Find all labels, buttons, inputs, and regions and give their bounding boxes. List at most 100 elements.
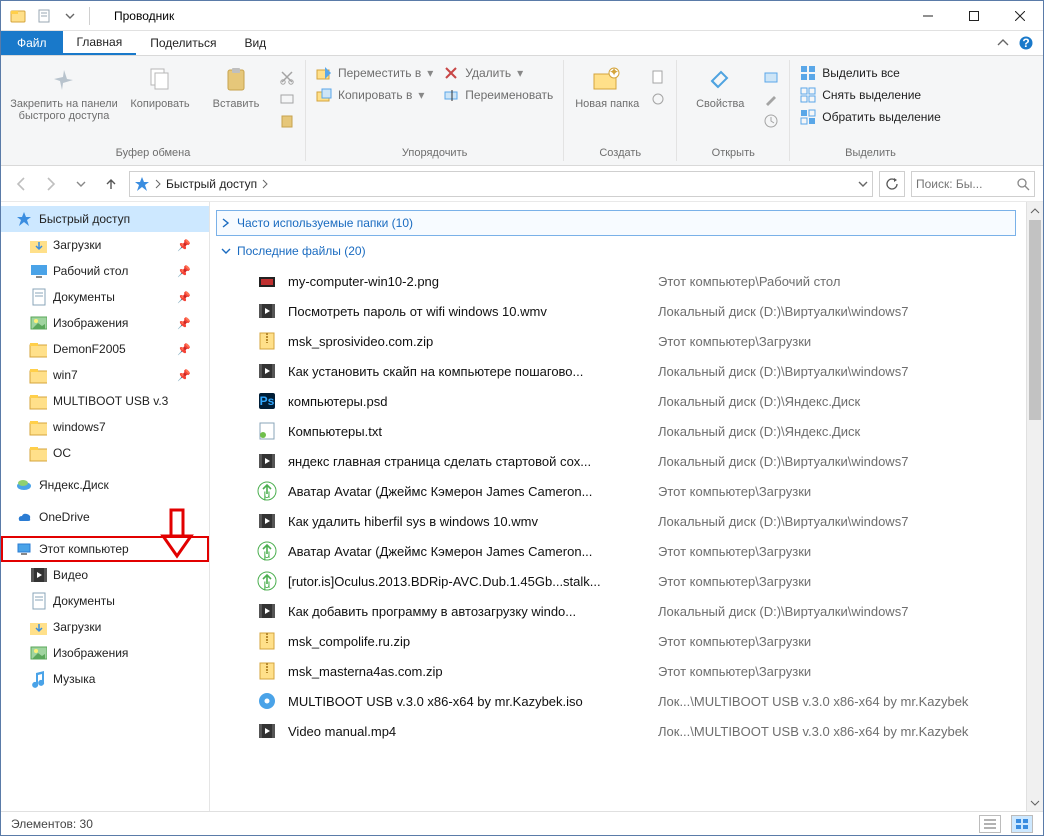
file-row[interactable]: Video manual.mp4Лок...\MULTIBOOT USB v.3… xyxy=(216,716,1016,746)
folder-icon xyxy=(29,418,47,436)
file-row[interactable]: μ Аватар Avatar (Джеймс Кэмерон James Cam… xyxy=(216,476,1016,506)
breadcrumb[interactable]: Быстрый доступ xyxy=(166,177,257,191)
rename-button[interactable]: Переименовать xyxy=(441,86,555,104)
edit-button[interactable] xyxy=(761,90,781,108)
vertical-scrollbar[interactable] xyxy=(1026,202,1043,811)
cut-button[interactable] xyxy=(277,68,297,86)
file-row[interactable]: Как удалить hiberfil sys в windows 10.wm… xyxy=(216,506,1016,536)
sidebar-item[interactable]: Музыка xyxy=(1,666,209,692)
file-row[interactable]: яндекс главная страница сделать стартово… xyxy=(216,446,1016,476)
sidebar-item[interactable]: Изображения xyxy=(1,640,209,666)
move-to-button[interactable]: Переместить в ▾ xyxy=(314,64,435,82)
tab-home[interactable]: Главная xyxy=(63,31,137,55)
nav-forward-button[interactable] xyxy=(39,172,63,196)
file-name: Аватар Avatar (Джеймс Кэмерон James Came… xyxy=(288,484,648,499)
sidebar-item-label: Изображения xyxy=(53,646,128,660)
easy-access-button[interactable] xyxy=(648,90,668,108)
address-dropdown-icon[interactable] xyxy=(858,179,868,189)
qat-properties-icon[interactable] xyxy=(33,5,55,27)
sidebar-item[interactable]: DemonF2005📌 xyxy=(1,336,209,362)
pin-icon: 📌 xyxy=(177,317,191,330)
nav-back-button[interactable] xyxy=(9,172,33,196)
file-row[interactable]: my-computer-win10-2.pngЭтот компьютер\Ра… xyxy=(216,266,1016,296)
search-input[interactable] xyxy=(916,177,1016,191)
qat-dropdown-icon[interactable] xyxy=(59,5,81,27)
copy-path-button[interactable] xyxy=(277,90,297,108)
new-folder-button[interactable]: ✦ Новая папка xyxy=(572,64,642,110)
video-file-icon xyxy=(256,600,278,622)
file-path: Лок...\MULTIBOOT USB v.3.0 x86-x64 by mr… xyxy=(658,694,1016,709)
open-button[interactable] xyxy=(761,68,781,86)
maximize-button[interactable] xyxy=(951,1,997,31)
sidebar-item[interactable]: Документы📌 xyxy=(1,284,209,310)
view-icons-button[interactable] xyxy=(1011,815,1033,833)
file-row[interactable]: msk_masterna4as.com.zipЭтот компьютер\За… xyxy=(216,656,1016,686)
nav-recent-button[interactable] xyxy=(69,172,93,196)
tab-file[interactable]: Файл xyxy=(1,31,63,55)
close-button[interactable] xyxy=(997,1,1043,31)
zip-file-icon xyxy=(256,630,278,652)
new-item-button[interactable] xyxy=(648,68,668,86)
paste-button[interactable]: Вставить xyxy=(201,64,271,110)
copy-to-button[interactable]: Копировать в ▾ xyxy=(314,86,435,104)
sidebar-item[interactable]: win7📌 xyxy=(1,362,209,388)
sidebar-item-label: ОС xyxy=(53,446,71,460)
paste-shortcut-button[interactable] xyxy=(277,112,297,130)
file-row[interactable]: μАватар Avatar (Джеймс Кэмерон James Cam… xyxy=(216,536,1016,566)
sidebar-quick-access[interactable]: Быстрый доступ xyxy=(1,206,209,232)
sidebar-item[interactable]: Загрузки xyxy=(1,614,209,640)
file-row[interactable]: Посмотреть пароль от wifi windows 10.wmv… xyxy=(216,296,1016,326)
copy-button[interactable]: Копировать xyxy=(125,64,195,110)
sidebar-item-label: windows7 xyxy=(53,420,106,434)
file-name: msk_masterna4as.com.zip xyxy=(288,664,648,679)
file-row[interactable]: msk_compolife.ru.zipЭтот компьютер\Загру… xyxy=(216,626,1016,656)
tab-share[interactable]: Поделиться xyxy=(136,31,230,55)
file-row[interactable]: Как добавить программу в автозагрузку wi… xyxy=(216,596,1016,626)
scrollbar-thumb[interactable] xyxy=(1029,220,1041,420)
file-row[interactable]: MULTIBOOT USB v.3.0 x86-x64 by mr.Kazybe… xyxy=(216,686,1016,716)
file-row[interactable]: Компьютеры.txtЛокальный диск (D:)\Яндекс… xyxy=(216,416,1016,446)
file-row[interactable]: Как установить скайп на компьютере пошаг… xyxy=(216,356,1016,386)
file-row[interactable]: Psкомпьютеры.psdЛокальный диск (D:)\Янде… xyxy=(216,386,1016,416)
file-row[interactable]: μ[rutor.is]Oculus.2013.BDRip-AVC.Dub.1.4… xyxy=(216,566,1016,596)
help-icon[interactable]: ? xyxy=(1019,36,1033,50)
select-none-button[interactable]: Снять выделение xyxy=(798,86,943,104)
ribbon-group-open: Свойства Открыть xyxy=(677,60,790,161)
invert-selection-button[interactable]: Обратить выделение xyxy=(798,108,943,126)
sidebar-item[interactable]: Рабочий стол📌 xyxy=(1,258,209,284)
properties-button[interactable]: Свойства xyxy=(685,64,755,110)
file-path: Локальный диск (D:)\Виртуалки\windows7 xyxy=(658,604,1016,619)
nav-up-button[interactable] xyxy=(99,172,123,196)
scroll-up-button[interactable] xyxy=(1027,202,1043,219)
sidebar-item[interactable]: Загрузки📌 xyxy=(1,232,209,258)
sidebar-item[interactable]: Видео xyxy=(1,562,209,588)
file-name: Аватар Avatar (Джеймс Кэмерон James Came… xyxy=(288,544,648,559)
sidebar-item[interactable]: windows7 xyxy=(1,414,209,440)
group-frequent-folders[interactable]: Часто используемые папки (10) xyxy=(216,210,1016,236)
pin-to-quick-access-button[interactable]: Закрепить на панели быстрого доступа xyxy=(9,64,119,122)
select-all-button[interactable]: Выделить все xyxy=(798,64,943,82)
sidebar-item[interactable]: ОС xyxy=(1,440,209,466)
sidebar-yandex-disk[interactable]: Яндекс.Диск xyxy=(1,472,209,498)
music-icon xyxy=(29,670,47,688)
ribbon-group-clipboard: Закрепить на панели быстрого доступа Коп… xyxy=(1,60,306,161)
delete-button[interactable]: Удалить ▾ xyxy=(441,64,555,82)
minimize-button[interactable] xyxy=(905,1,951,31)
search-box[interactable] xyxy=(911,171,1035,197)
scroll-down-button[interactable] xyxy=(1027,794,1043,811)
sidebar-item[interactable]: Документы xyxy=(1,588,209,614)
menu-tabs: Файл Главная Поделиться Вид ? xyxy=(1,31,1043,56)
torrent-file-icon: μ xyxy=(256,480,278,502)
view-details-button[interactable] xyxy=(979,815,1001,833)
history-button[interactable] xyxy=(761,112,781,130)
group-recent-files[interactable]: Последние файлы (20) xyxy=(216,238,1016,264)
sidebar-item[interactable]: MULTIBOOT USB v.3 xyxy=(1,388,209,414)
refresh-button[interactable] xyxy=(879,171,905,197)
tab-view[interactable]: Вид xyxy=(230,31,280,55)
ribbon-collapse-icon[interactable] xyxy=(997,37,1009,49)
star-icon xyxy=(15,210,33,228)
sidebar-item[interactable]: Изображения📌 xyxy=(1,310,209,336)
address-field[interactable]: Быстрый доступ xyxy=(129,171,873,197)
file-row[interactable]: msk_sprosivideo.com.zipЭтот компьютер\За… xyxy=(216,326,1016,356)
folder-icon xyxy=(29,392,47,410)
